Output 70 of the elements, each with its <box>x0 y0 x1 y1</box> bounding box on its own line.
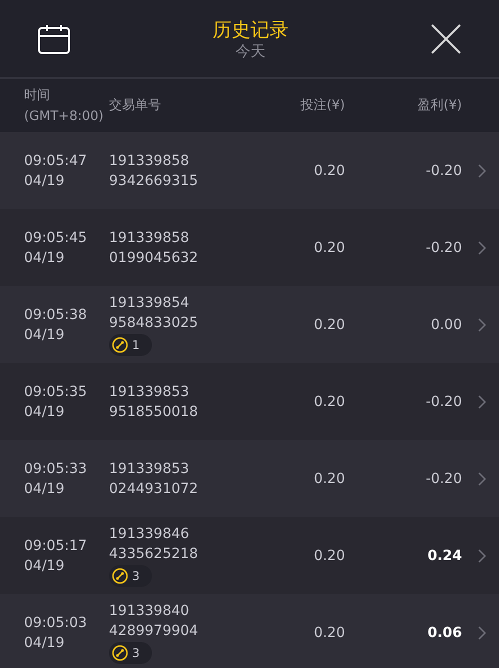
date-text: 04/19 <box>24 634 66 652</box>
date-text: 04/19 <box>24 556 66 576</box>
profit-amount: -0.20 <box>424 392 462 412</box>
coin-icon <box>112 645 128 661</box>
date-text: 04/19 <box>24 326 66 344</box>
chevron-right-icon[interactable] <box>478 626 486 640</box>
time-text: 09:05:03 <box>24 614 88 632</box>
order-number: 191339858 <box>109 228 190 248</box>
coin-icon <box>112 337 128 353</box>
page-title: 历史记录 <box>212 18 288 42</box>
history-row[interactable]: 09:05:03 04/19 191339840 4289979904 3 0.20 0.06 <box>0 594 499 668</box>
time-text: 09:05:35 <box>24 382 88 402</box>
bet-amount: 0.20 <box>312 624 345 642</box>
history-row[interactable]: 09:05:33 04/19 191339853 0244931072 0.20 -0.20 <box>0 440 499 517</box>
history-row[interactable]: 09:05:17 04/19 191339846 4335625218 3 0.20 0.24 <box>0 517 499 594</box>
bet-amount: 0.20 <box>312 316 345 334</box>
order-number: 9584833025 <box>109 314 200 333</box>
bet-amount: 0.20 <box>312 238 345 258</box>
history-row[interactable]: 09:05:47 04/19 191339858 9342669315 0.20 -0.20 <box>0 132 499 209</box>
order-number: 191339858 <box>109 152 190 170</box>
order-number: 9342669315 <box>109 172 200 190</box>
profit-amount: -0.20 <box>424 162 462 180</box>
profit-amount: 0.24 <box>426 546 462 566</box>
chevron-right-icon[interactable] <box>478 394 486 408</box>
coin-icon <box>112 568 128 584</box>
calendar-icon[interactable] <box>38 24 70 54</box>
bonus-badge: 3 <box>109 642 152 664</box>
chevron-right-icon[interactable] <box>478 548 486 562</box>
order-number: 0199045632 <box>109 248 200 268</box>
time-text: 09:05:33 <box>24 460 88 478</box>
order-number: 191339853 <box>109 382 190 402</box>
order-number: 191339853 <box>109 460 190 478</box>
bet-amount: 0.20 <box>312 470 345 488</box>
order-number: 4335625218 <box>109 545 200 564</box>
bet-amount: 0.20 <box>312 392 345 412</box>
order-number: 0244931072 <box>109 480 200 498</box>
profit-amount: 0.06 <box>426 624 462 642</box>
chevron-right-icon[interactable] <box>478 164 486 178</box>
chevron-right-icon[interactable] <box>478 318 486 332</box>
time-text: 09:05:45 <box>24 228 88 248</box>
page-subtitle: 今天 <box>236 42 266 60</box>
bonus-badge: 1 <box>109 334 152 356</box>
column-header: 时间 (GMT+8:00) <box>23 86 104 126</box>
time-text: 09:05:47 <box>24 152 88 170</box>
order-number: 191339854 <box>109 294 190 313</box>
chevron-right-icon[interactable] <box>478 472 486 486</box>
date-text: 04/19 <box>24 248 66 268</box>
column-header: 投注(¥) <box>300 97 345 115</box>
profit-amount: -0.20 <box>424 470 462 488</box>
time-text: 09:05:38 <box>24 306 88 324</box>
order-number: 9518550018 <box>109 402 200 422</box>
history-row[interactable]: 09:05:38 04/19 191339854 9584833025 1 0.20 0.00 <box>0 286 499 363</box>
history-row[interactable]: 09:05:45 04/19 191339858 0199045632 0.20 -0.20 <box>0 209 499 286</box>
order-number: 4289979904 <box>109 622 200 641</box>
time-text: 09:05:17 <box>24 536 88 556</box>
profit-amount: -0.20 <box>424 238 462 258</box>
order-number: 191339840 <box>109 602 190 621</box>
date-text: 04/19 <box>24 402 66 422</box>
chevron-right-icon[interactable] <box>478 240 486 254</box>
bonus-badge: 3 <box>109 565 152 587</box>
order-number: 191339846 <box>109 525 190 544</box>
date-text: 04/19 <box>24 172 66 190</box>
close-icon[interactable] <box>431 24 461 54</box>
history-row[interactable]: 09:05:35 04/19 191339853 9518550018 0.20 -0.20 <box>0 363 499 440</box>
bet-amount: 0.20 <box>312 546 345 566</box>
bet-amount: 0.20 <box>312 162 345 180</box>
column-header: 交易单号 <box>109 97 162 115</box>
column-header: 盈利(¥) <box>416 97 462 115</box>
date-text: 04/19 <box>24 480 66 498</box>
profit-amount: 0.00 <box>430 316 462 334</box>
